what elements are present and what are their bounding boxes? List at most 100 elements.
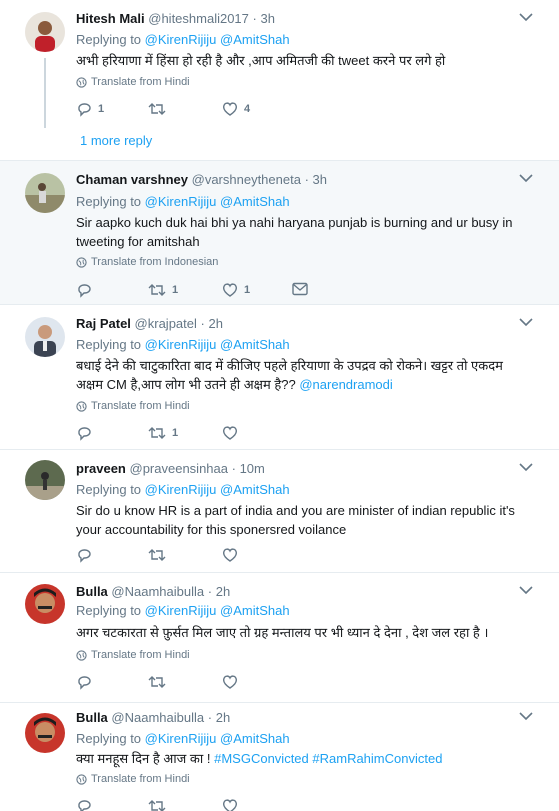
tweet-item[interactable]: Bulla @Naamhaibulla · 2h Replying to @Ki… (0, 703, 559, 811)
tweet-actions: 1 4 (76, 101, 326, 119)
reply-button[interactable] (76, 425, 98, 441)
reply-button[interactable]: 1 (76, 101, 104, 117)
display-name[interactable]: Chaman varshney (76, 172, 188, 187)
retweet-button[interactable] (148, 101, 172, 117)
user-handle[interactable]: @Naamhaibulla (111, 710, 204, 725)
chevron-down-icon[interactable] (519, 317, 533, 327)
retweet-button[interactable] (148, 674, 172, 690)
mention-link[interactable]: @AmitShah (220, 603, 290, 618)
like-button[interactable] (222, 425, 244, 441)
avatar[interactable] (25, 460, 65, 500)
mention-link[interactable]: @AmitShah (220, 731, 290, 746)
separator-dot: · (231, 461, 236, 476)
user-handle[interactable]: @Naamhaibulla (111, 584, 204, 599)
timestamp[interactable]: 2h (216, 584, 230, 599)
mention-link[interactable]: @AmitShah (220, 482, 290, 497)
retweet-count: 1 (172, 427, 179, 439)
mention-link[interactable]: @KirenRijiju (145, 731, 217, 746)
translate-link[interactable]: Translate from Indonesian (76, 256, 218, 268)
display-name[interactable]: Raj Patel (76, 316, 131, 331)
reply-count: 1 (98, 103, 105, 115)
mention-link[interactable]: @AmitShah (220, 32, 290, 47)
timestamp[interactable]: 3h (313, 172, 327, 187)
translate-link[interactable]: Translate from Hindi (76, 649, 190, 661)
retweet-button[interactable]: 1 (148, 425, 178, 441)
chevron-down-icon[interactable] (519, 173, 533, 183)
mention-link[interactable]: @KirenRijiju (145, 337, 217, 352)
mention-link[interactable]: @KirenRijiju (145, 603, 217, 618)
mention-link[interactable]: @KirenRijiju (145, 32, 217, 47)
reply-button[interactable] (76, 674, 98, 690)
reply-icon (78, 103, 91, 117)
mention-link[interactable]: @AmitShah (220, 194, 290, 209)
like-button[interactable]: 4 (222, 101, 250, 117)
heart-icon (222, 548, 238, 562)
more-replies-link[interactable]: 1 more reply (80, 133, 152, 148)
avatar[interactable] (25, 173, 65, 213)
chevron-down-icon[interactable] (519, 711, 533, 721)
direct-message-button[interactable] (292, 282, 308, 296)
timestamp[interactable]: 3h (261, 11, 275, 26)
translate-link[interactable]: Translate from Hindi (76, 76, 190, 88)
tweet-item[interactable]: Hitesh Mali @hiteshmali2017 · 3h Replyin… (0, 0, 559, 161)
tweet-item[interactable]: Bulla @Naamhaibulla · 2h Replying to @Ki… (0, 573, 559, 703)
replying-to: Replying to @KirenRijiju @AmitShah (76, 194, 290, 209)
avatar[interactable] (25, 713, 65, 753)
display-name[interactable]: praveen (76, 461, 126, 476)
hashtag-link[interactable]: #RamRahimConvicted (312, 751, 442, 766)
mention-link[interactable]: @AmitShah (220, 337, 290, 352)
like-button[interactable] (222, 798, 244, 811)
tweet-actions (76, 547, 326, 565)
mention-link[interactable]: @KirenRijiju (145, 194, 217, 209)
reply-icon (78, 284, 91, 298)
translate-label: Translate from Hindi (91, 649, 190, 661)
tweet-header: Bulla @Naamhaibulla · 2h (76, 710, 230, 725)
chevron-down-icon[interactable] (519, 585, 533, 595)
timestamp[interactable]: 2h (216, 710, 230, 725)
user-handle[interactable]: @krajpatel (135, 316, 197, 331)
replying-label: Replying to (76, 482, 142, 497)
like-button[interactable]: 1 (222, 282, 250, 298)
replying-label: Replying to (76, 194, 142, 209)
avatar[interactable] (25, 584, 65, 624)
reply-button[interactable] (76, 282, 98, 298)
like-button[interactable] (222, 674, 244, 690)
retweet-button[interactable] (148, 798, 172, 811)
user-handle[interactable]: @hiteshmali2017 (148, 11, 249, 26)
timestamp[interactable]: 2h (208, 316, 222, 331)
like-count: 4 (244, 103, 251, 115)
separator-dot: · (304, 172, 309, 187)
chevron-down-icon[interactable] (519, 12, 533, 22)
reply-icon (78, 427, 91, 441)
retweet-icon (148, 284, 166, 296)
tweet-item[interactable]: Chaman varshney @varshneytheneta · 3h Re… (0, 161, 559, 305)
display-name[interactable]: Hitesh Mali (76, 11, 145, 26)
translate-link[interactable]: Translate from Hindi (76, 400, 190, 412)
display-name[interactable]: Bulla (76, 710, 108, 725)
like-button[interactable] (222, 547, 244, 563)
timestamp[interactable]: 10m (240, 461, 265, 476)
reply-icon (78, 800, 91, 811)
replying-to: Replying to @KirenRijiju @AmitShah (76, 731, 290, 746)
retweet-button[interactable] (148, 547, 172, 563)
globe-icon (76, 256, 87, 268)
user-handle[interactable]: @praveensinhaa (130, 461, 228, 476)
reply-button[interactable] (76, 547, 98, 563)
tweet-item[interactable]: Raj Patel @krajpatel · 2h Replying to @K… (0, 305, 559, 450)
reply-button[interactable] (76, 798, 98, 811)
retweet-button[interactable]: 1 (148, 282, 178, 298)
avatar[interactable] (25, 317, 65, 357)
hashtag-link[interactable]: #MSGConvicted (214, 751, 309, 766)
tweet-actions (76, 798, 326, 811)
user-handle[interactable]: @varshneytheneta (192, 172, 301, 187)
translate-label: Translate from Hindi (91, 773, 190, 785)
separator-dot: · (252, 11, 257, 26)
mention-link[interactable]: @KirenRijiju (145, 482, 217, 497)
retweet-icon (148, 549, 166, 561)
display-name[interactable]: Bulla (76, 584, 108, 599)
translate-link[interactable]: Translate from Hindi (76, 773, 190, 785)
chevron-down-icon[interactable] (519, 462, 533, 472)
mention-link[interactable]: @narendramodi (299, 377, 392, 392)
avatar[interactable] (25, 12, 65, 52)
tweet-item[interactable]: praveen @praveensinhaa · 10m Replying to… (0, 450, 559, 573)
